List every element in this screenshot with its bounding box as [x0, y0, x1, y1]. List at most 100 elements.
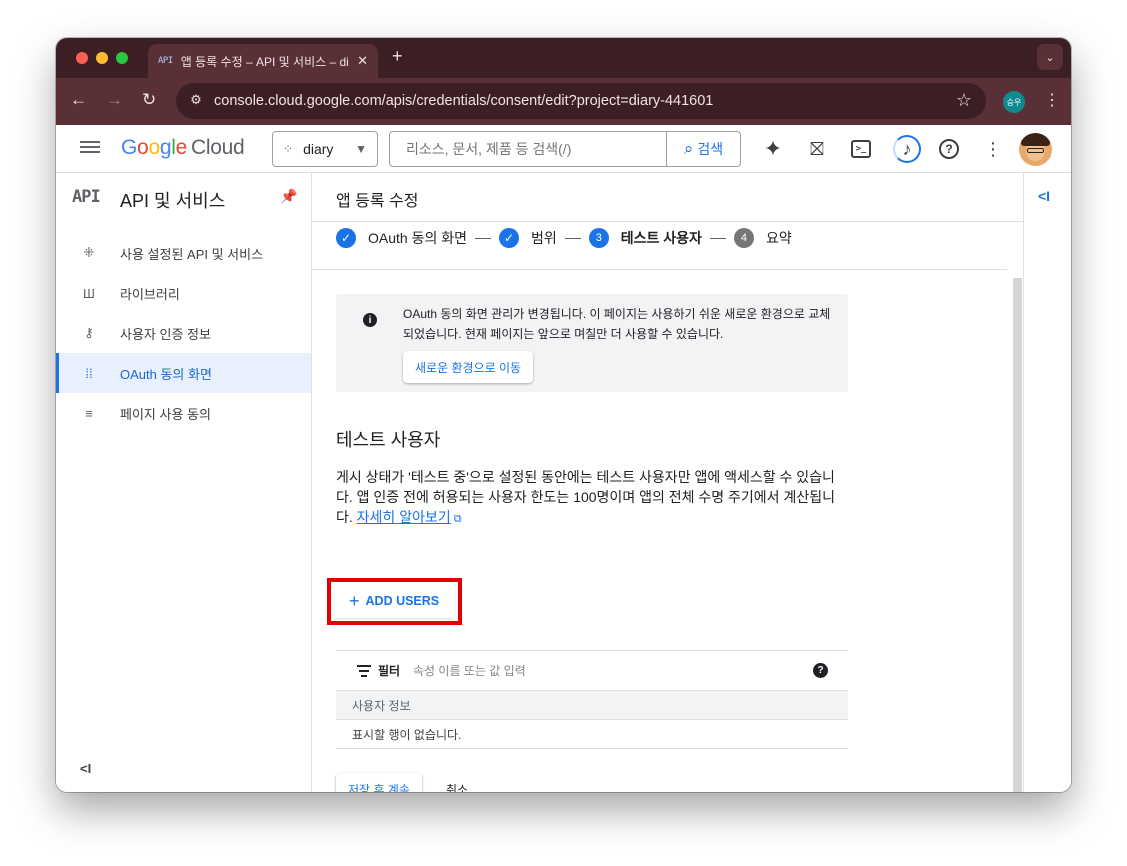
back-arrow-icon[interactable]: ←: [70, 90, 87, 110]
gemini-spark-icon[interactable]: ✦: [761, 136, 785, 161]
minimize-window-button[interactable]: [96, 52, 108, 64]
step-number-badge: 4: [733, 228, 754, 248]
filter-icon: [357, 665, 371, 680]
consent-grid-icon: ⁞⁞: [85, 365, 93, 381]
library-icon: Ш: [83, 285, 95, 301]
browser-tab-active[interactable]: API 앱 등록 수정 – API 및 서비스 – di ✕: [148, 44, 378, 78]
migration-notice: i OAuth 동의 화면 관리가 변경됩니다. 이 페이지는 사용하기 쉬운 …: [336, 294, 848, 392]
step-number-badge: 3: [588, 228, 609, 248]
gift-icon[interactable]: ⛝: [805, 137, 829, 161]
browser-menu-icon[interactable]: ⋮: [1044, 90, 1060, 110]
notice-text: OAuth 동의 화면 관리가 변경됩니다. 이 페이지는 사용하기 쉬운 새로…: [403, 307, 831, 341]
sidebar-item-label: OAuth 동의 화면: [120, 366, 212, 382]
step-complete-check-icon: ✓: [499, 228, 519, 248]
sidebar-item-label: 페이지 사용 동의: [120, 406, 211, 422]
project-name: diary: [303, 141, 334, 157]
add-users-label: ADD USERS: [365, 594, 440, 608]
section-description: 게시 상태가 '테스트 중'으로 설정된 동안에는 테스트 사용자만 앱에 액세…: [336, 467, 846, 529]
sidebar-item-library[interactable]: Ш 라이브러리: [56, 273, 311, 313]
right-side-panel: <I: [1023, 173, 1071, 792]
filter-bar[interactable]: 필터 속성 이름 또는 값 입력 ?: [336, 650, 848, 690]
pin-icon[interactable]: 📌: [280, 188, 297, 205]
main-content: 앱 등록 수정 ✓ OAuth 동의 화면 ✓ 범위 3 테스트 사용자 4 요…: [312, 173, 1023, 792]
help-icon[interactable]: ?: [937, 137, 961, 161]
stepper: ✓ OAuth 동의 화면 ✓ 범위 3 테스트 사용자 4 요약: [336, 226, 792, 250]
notifications-bell-icon[interactable]: ♪: [893, 135, 921, 163]
search-icon: ⌕: [683, 139, 694, 158]
step-scopes[interactable]: 범위: [531, 228, 557, 248]
go-to-new-experience-button[interactable]: 새로운 환경으로 이동: [403, 351, 534, 383]
hamburger-menu-icon[interactable]: [80, 138, 100, 158]
caret-down-icon: ▼: [355, 142, 367, 156]
project-nodes-icon: ⁘: [283, 142, 294, 156]
address-url: console.cloud.google.com/apis/credential…: [214, 93, 714, 109]
table-empty-message: 표시할 행이 없습니다.: [336, 720, 848, 749]
api-favicon-icon: API: [158, 56, 173, 66]
step-summary[interactable]: 요약: [766, 228, 792, 248]
tab-search-chevron-icon[interactable]: ⌄: [1037, 44, 1063, 70]
sidebar-header: API API 및 서비스 📌: [56, 173, 311, 221]
help-icon[interactable]: ?: [813, 663, 828, 678]
project-selector[interactable]: ⁘ diary ▼: [272, 131, 378, 167]
step-separator: [709, 237, 726, 239]
bookmark-star-icon[interactable]: ☆: [956, 90, 972, 111]
step-separator: [475, 237, 491, 239]
sidebar-item-label: 사용자 인증 정보: [120, 326, 211, 342]
cloud-console-header: GoogleCloud ⁘ diary ▼ ⌕ 검색 ✦ ⛝ >_ ♪ ? ⋮: [56, 125, 1071, 173]
maximize-window-button[interactable]: [116, 52, 128, 64]
browser-tab-strip: API 앱 등록 수정 – API 및 서비스 – di ✕ + ⌄: [56, 38, 1071, 78]
sidebar-item-enabled-apis[interactable]: ⁜ 사용 설정된 API 및 서비스: [56, 233, 311, 273]
step-test-users[interactable]: 테스트 사용자: [621, 228, 702, 248]
step-complete-check-icon: ✓: [336, 228, 356, 248]
step-separator: [564, 237, 581, 239]
search-button-label: 검색: [697, 141, 724, 157]
new-tab-button[interactable]: +: [392, 46, 403, 67]
tab-title: 앱 등록 수정 – API 및 서비스 – di: [180, 54, 349, 69]
page-title: 앱 등록 수정: [336, 193, 419, 210]
list-settings-icon: ≡: [85, 405, 93, 421]
browser-toolbar: ← → ↻ ⚙ console.cloud.google.com/apis/cr…: [56, 78, 1071, 125]
site-settings-icon[interactable]: ⚙: [186, 92, 206, 110]
sidebar-item-label: 라이브러리: [120, 286, 180, 302]
cloud-shell-terminal-icon[interactable]: >_: [849, 137, 873, 161]
search-button[interactable]: ⌕ 검색: [666, 132, 740, 166]
cancel-button[interactable]: 취소: [438, 773, 476, 792]
sidebar-item-page-usage-agreement[interactable]: ≡ 페이지 사용 동의: [56, 393, 311, 433]
scrollbar[interactable]: [1013, 278, 1022, 792]
save-and-continue-button[interactable]: 저장 후 계속: [336, 773, 422, 792]
google-cloud-logo[interactable]: Google Cloud: [121, 136, 245, 160]
collapse-sidebar-icon[interactable]: <I: [80, 761, 91, 776]
expand-panel-icon[interactable]: <I: [1038, 188, 1050, 204]
browser-profile-avatar[interactable]: 승우: [1003, 91, 1025, 113]
search-input[interactable]: [390, 132, 666, 166]
sidebar-item-label: 사용 설정된 API 및 서비스: [120, 246, 264, 262]
search-box: ⌕ 검색: [389, 131, 741, 167]
forward-arrow-icon[interactable]: →: [106, 90, 123, 110]
close-window-button[interactable]: [76, 52, 88, 64]
step-oauth-consent[interactable]: OAuth 동의 화면: [368, 228, 467, 248]
more-options-icon[interactable]: ⋮: [981, 137, 1005, 161]
address-bar[interactable]: ⚙ console.cloud.google.com/apis/credenti…: [176, 83, 986, 119]
diamond-dots-icon: ⁜: [83, 245, 95, 260]
sidebar-item-credentials[interactable]: ⚷ 사용자 인증 정보: [56, 313, 311, 353]
sidebar-item-oauth-consent[interactable]: ⁞⁞ OAuth 동의 화면: [56, 353, 311, 393]
external-link-icon: ⧉: [453, 513, 462, 525]
table-header[interactable]: 사용자 정보: [336, 690, 848, 720]
test-users-table: 필터 속성 이름 또는 값 입력 ? 사용자 정보 표시할 행이 없습니다.: [336, 650, 848, 749]
divider: [312, 221, 1023, 222]
tab-close-icon[interactable]: ✕: [357, 53, 368, 69]
filter-label: 필터: [378, 664, 401, 678]
section-title: 테스트 사용자: [336, 430, 441, 450]
key-icon: ⚷: [84, 325, 94, 340]
add-users-button[interactable]: + ADD USERS: [335, 584, 454, 618]
divider: [312, 269, 1007, 270]
browser-window: API 앱 등록 수정 – API 및 서비스 – di ✕ + ⌄ ← → ↻…: [56, 38, 1071, 792]
reload-icon[interactable]: ↻: [142, 90, 156, 110]
api-logo-icon: API: [72, 187, 101, 207]
learn-more-link[interactable]: 자세히 알아보기: [357, 509, 451, 525]
info-icon: i: [363, 313, 377, 327]
user-avatar[interactable]: [1019, 133, 1052, 166]
filter-input[interactable]: 속성 이름 또는 값 입력: [413, 662, 526, 679]
plus-icon: +: [349, 590, 360, 611]
sidebar-title: API 및 서비스: [120, 191, 226, 211]
